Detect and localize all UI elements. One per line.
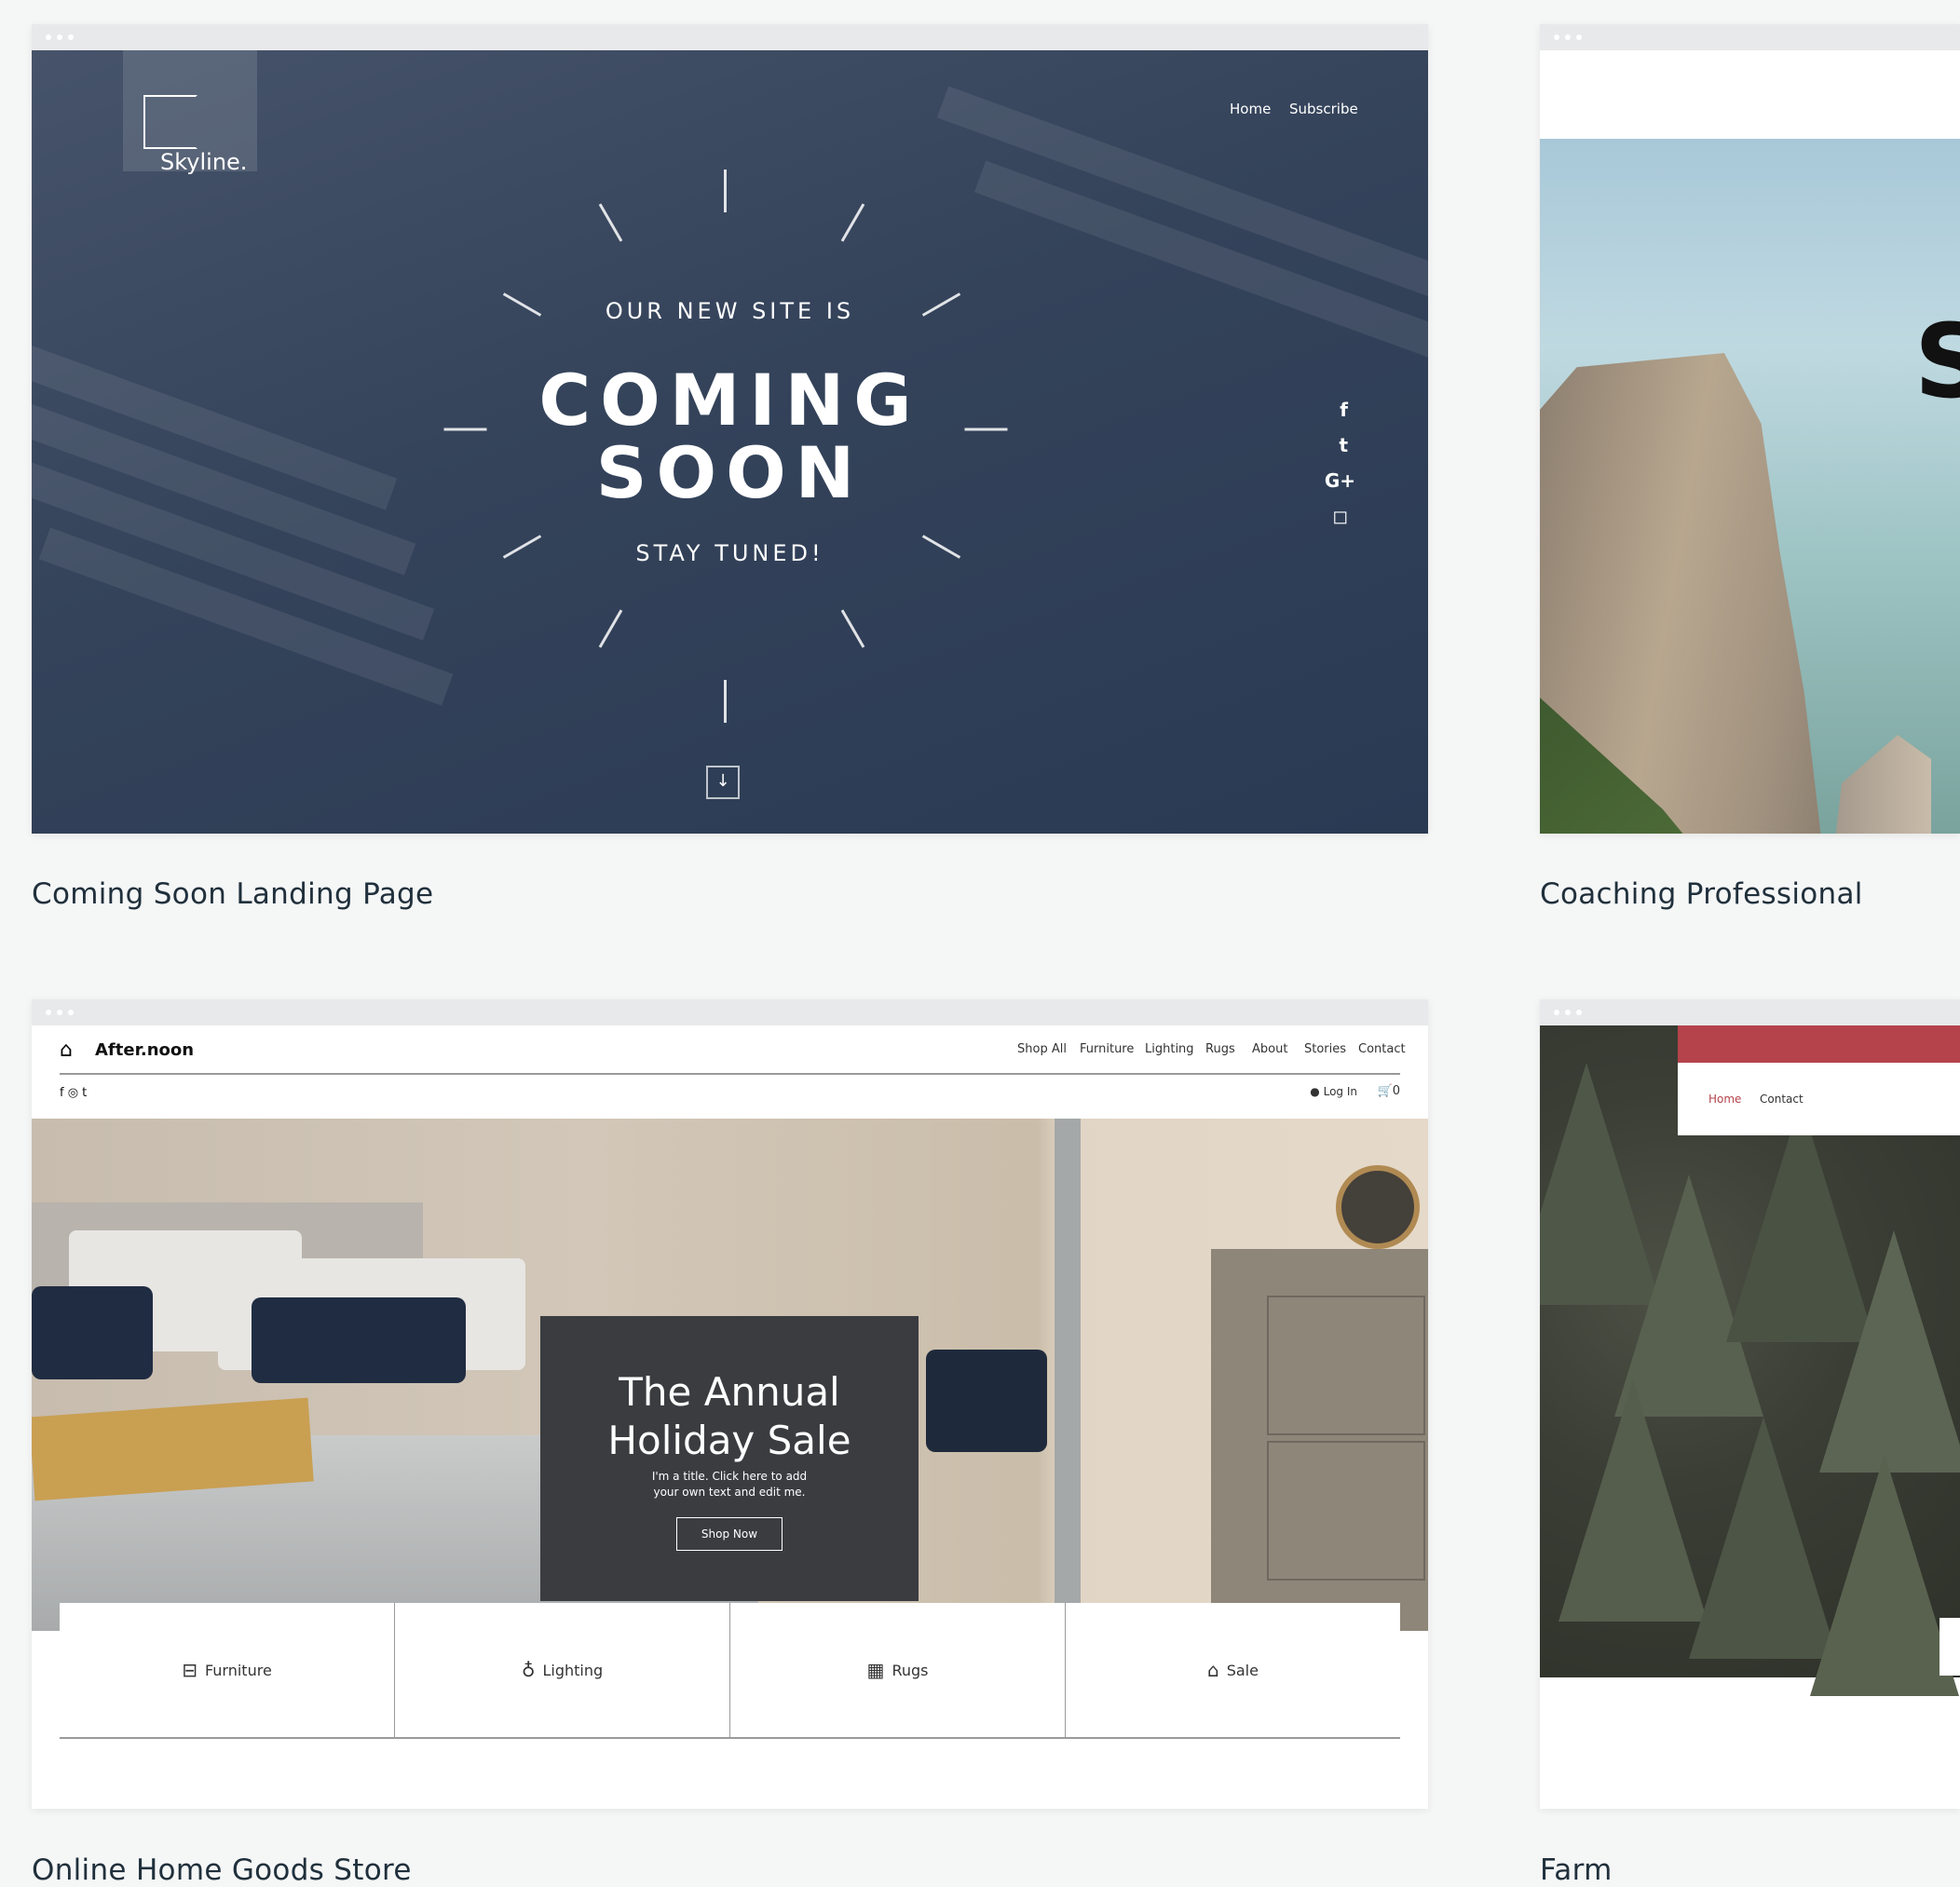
template-title[interactable]: Coming Soon Landing Page xyxy=(32,877,433,911)
template-title[interactable]: Coaching Professional xyxy=(1540,877,1863,911)
category-label: Sale xyxy=(1226,1661,1259,1679)
category-sale[interactable]: ⌂ Sale xyxy=(1066,1603,1400,1737)
rock-image xyxy=(1819,735,1931,834)
nav-furniture[interactable]: Furniture xyxy=(1080,1042,1134,1056)
store-logo-icon: ⌂ xyxy=(60,1039,73,1062)
drawer xyxy=(1267,1441,1425,1581)
tree xyxy=(1810,1454,1959,1696)
header-accent-bar xyxy=(1678,1025,1960,1063)
nav-lighting[interactable]: Lighting xyxy=(1145,1042,1194,1056)
tagline-top: OUR NEW SITE IS xyxy=(605,298,855,324)
browser-chrome xyxy=(1540,999,1960,1025)
content-box-edge xyxy=(1940,1618,1960,1676)
door-frame xyxy=(1055,1119,1081,1631)
template-preview[interactable]: Home Contact xyxy=(1540,1025,1960,1809)
tag-icon: ⌂ xyxy=(1207,1659,1219,1681)
ray xyxy=(724,170,727,212)
cart-icon[interactable]: 🛒0 xyxy=(1378,1084,1400,1098)
headline-soon: SOON xyxy=(595,431,864,514)
facebook-icon[interactable]: f xyxy=(1340,399,1348,421)
ray xyxy=(724,680,727,723)
template-title[interactable]: Farm xyxy=(1540,1853,1613,1887)
store-logo[interactable]: After.noon xyxy=(95,1040,194,1060)
hero-image: The Annual Holiday Sale I'm a title. Cli… xyxy=(32,1119,1428,1631)
nav-about[interactable]: About xyxy=(1252,1042,1287,1056)
twitter-icon[interactable]: t xyxy=(1339,434,1348,456)
scroll-down-icon[interactable]: ↓ xyxy=(706,766,740,799)
chair-cushion xyxy=(926,1350,1047,1452)
browser-chrome xyxy=(32,999,1428,1025)
drawer xyxy=(1267,1296,1425,1435)
nav-home[interactable]: Home xyxy=(1230,101,1271,117)
rug-icon: ▦ xyxy=(866,1659,885,1681)
category-furniture[interactable]: ⊟ Furniture xyxy=(60,1603,395,1737)
tagline-bottom: STAY TUNED! xyxy=(635,540,824,566)
nav-contact[interactable]: Contact xyxy=(1358,1042,1406,1056)
category-label: Rugs xyxy=(892,1661,929,1679)
logo-text: Skyline. xyxy=(160,149,248,175)
nav-contact[interactable]: Contact xyxy=(1760,1093,1803,1106)
category-lighting[interactable]: ♁ Lighting xyxy=(395,1603,730,1737)
clock xyxy=(1336,1165,1420,1249)
nav-stories[interactable]: Stories xyxy=(1304,1042,1346,1056)
shop-now-button[interactable]: Shop Now xyxy=(676,1517,783,1551)
cart-count: 0 xyxy=(1392,1084,1400,1098)
login-label: Log In xyxy=(1323,1085,1357,1098)
header-divider xyxy=(60,1073,1400,1075)
browser-chrome xyxy=(1540,24,1960,50)
category-bar: ⊟ Furniture ♁ Lighting ▦ Rugs ⌂ Sale xyxy=(60,1603,1400,1739)
instagram-icon[interactable]: ◻ xyxy=(1332,505,1348,527)
category-rugs[interactable]: ▦ Rugs xyxy=(730,1603,1066,1737)
template-preview[interactable]: ⌂ After.noon Shop All Furniture Lighting… xyxy=(32,1025,1428,1809)
tree xyxy=(1558,1379,1708,1622)
cushion xyxy=(32,1286,153,1379)
social-icons[interactable]: f ◎ t xyxy=(60,1086,87,1100)
nav-shop-all[interactable]: Shop All xyxy=(1017,1042,1067,1056)
template-card-home-goods[interactable]: ⌂ After.noon Shop All Furniture Lighting… xyxy=(32,999,1428,1809)
logo-frame xyxy=(143,95,197,149)
hero-heading: S xyxy=(1913,302,1960,421)
nav-home[interactable]: Home xyxy=(1708,1093,1741,1106)
hero-title: The Annual Holiday Sale xyxy=(607,1369,851,1463)
template-card-farm[interactable]: Home Contact xyxy=(1540,999,1960,1809)
nav-subscribe[interactable]: Subscribe xyxy=(1289,101,1358,117)
lamp-icon: ♁ xyxy=(521,1659,536,1681)
preview-hero xyxy=(1540,139,1960,834)
tree xyxy=(1819,1230,1960,1473)
cushion xyxy=(252,1297,466,1383)
user-icon: ● xyxy=(1310,1085,1320,1098)
login-link[interactable]: ● Log In xyxy=(1310,1085,1357,1098)
hero-banner: The Annual Holiday Sale I'm a title. Cli… xyxy=(540,1316,919,1601)
browser-chrome xyxy=(32,24,1428,50)
template-card-coming-soon[interactable]: Skyline. Home Subscribe OUR NEW SITE IS … xyxy=(32,24,1428,834)
template-title[interactable]: Online Home Goods Store xyxy=(32,1853,412,1887)
category-label: Furniture xyxy=(204,1661,272,1679)
hero-subtitle: I'm a title. Click here to add your own … xyxy=(651,1470,808,1499)
preview-header xyxy=(1540,50,1960,139)
template-card-coaching[interactable]: S xyxy=(1540,24,1960,834)
category-label: Lighting xyxy=(542,1661,604,1679)
google-plus-icon[interactable]: G+ xyxy=(1325,469,1355,492)
template-preview[interactable]: S xyxy=(1540,50,1960,834)
headline-coming: COMING xyxy=(538,359,921,441)
dresser xyxy=(1211,1249,1428,1631)
template-preview[interactable]: Skyline. Home Subscribe OUR NEW SITE IS … xyxy=(32,50,1428,834)
store-header: ⌂ After.noon Shop All Furniture Lighting… xyxy=(32,1025,1428,1119)
furniture-icon: ⊟ xyxy=(182,1659,197,1681)
nav-rugs[interactable]: Rugs xyxy=(1205,1042,1235,1056)
